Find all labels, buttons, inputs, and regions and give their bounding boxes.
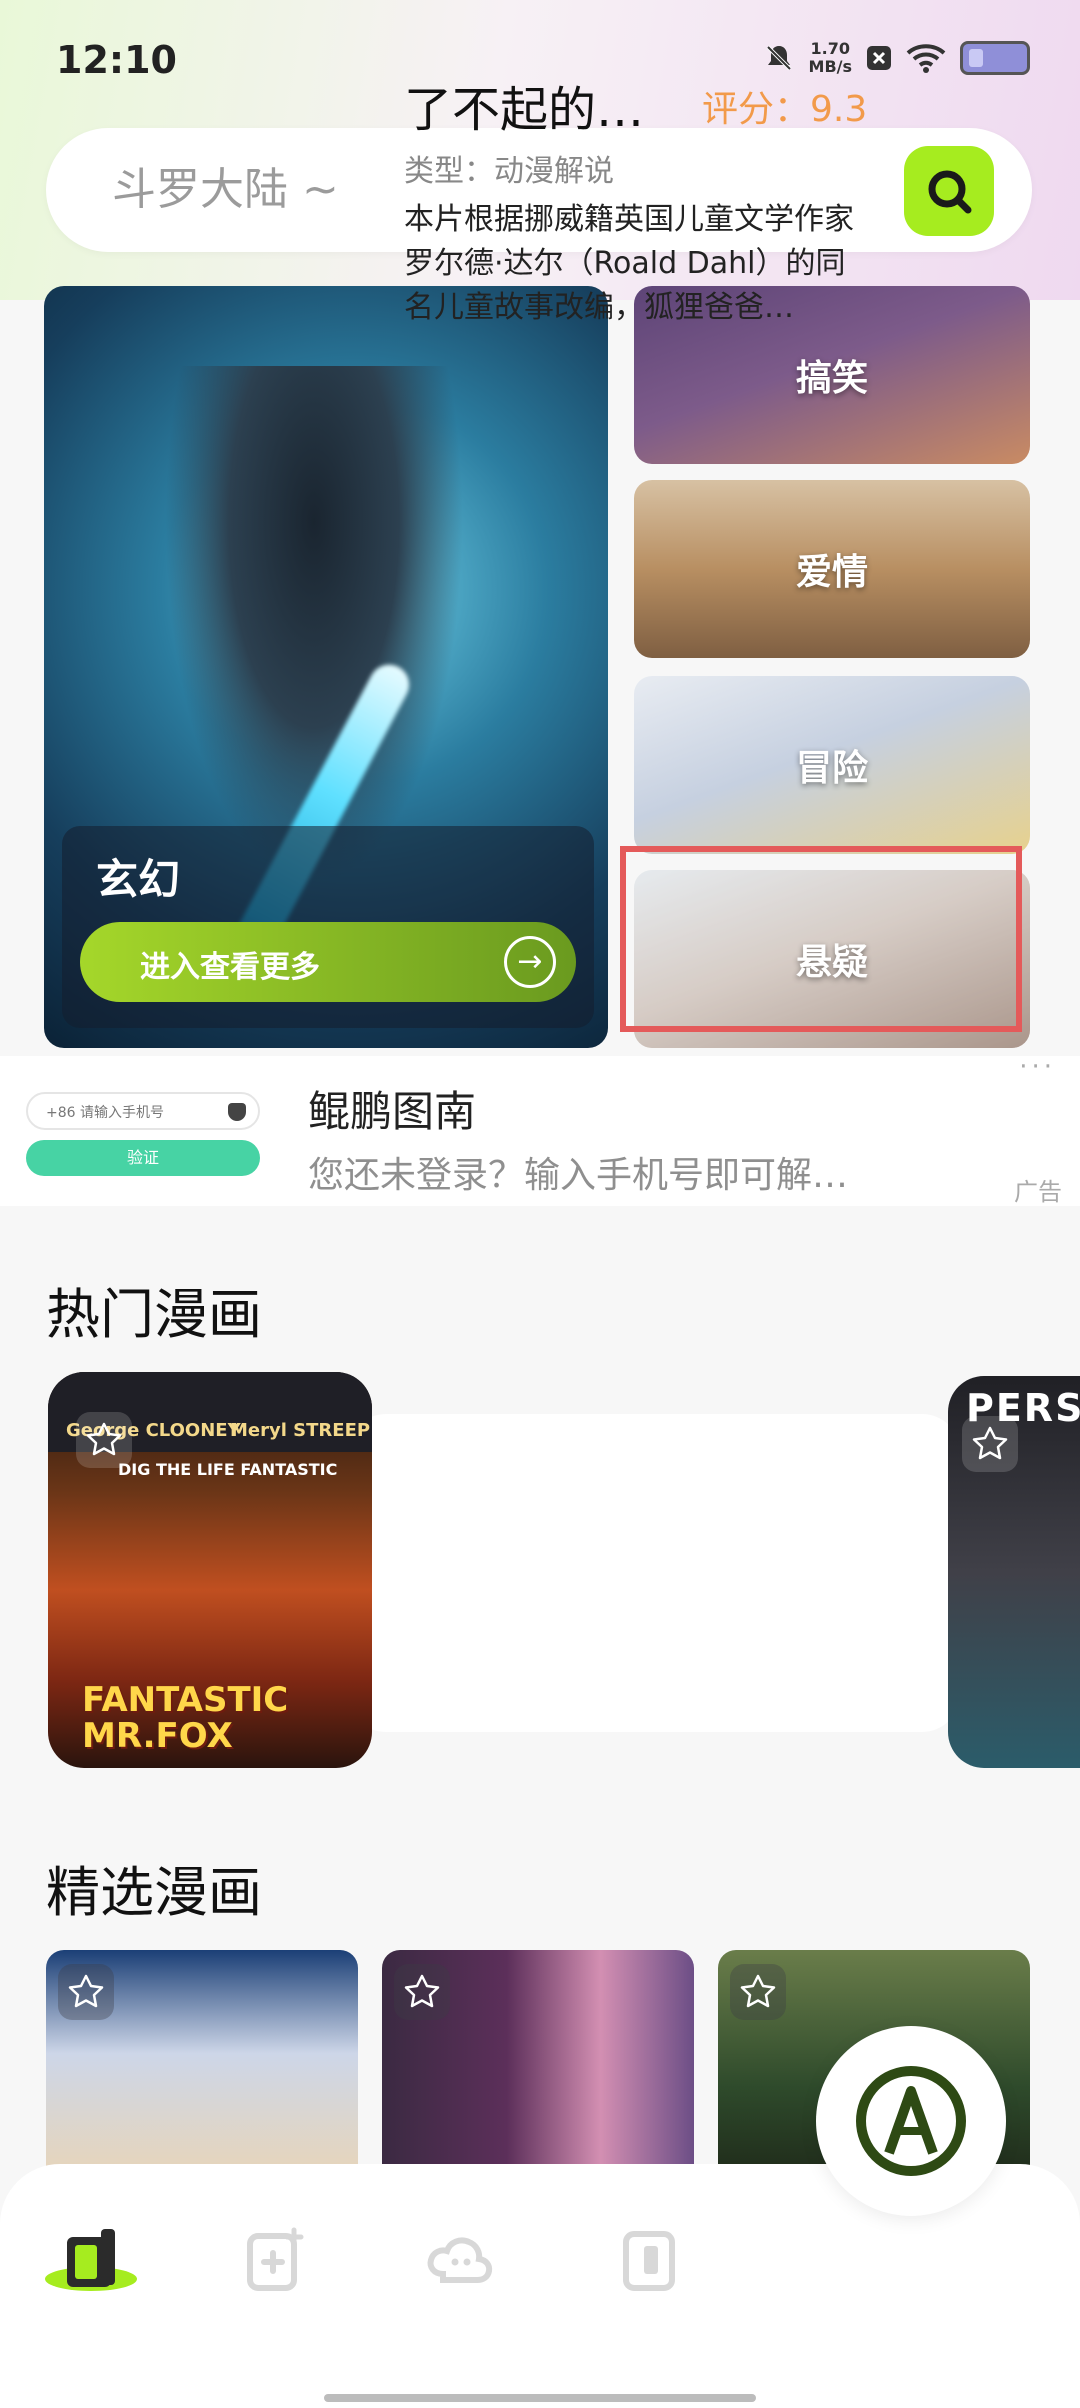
close-box-icon [867, 46, 891, 70]
net-speed-value: 1.70 [810, 39, 850, 58]
wifi-icon [906, 44, 946, 73]
search-button[interactable] [904, 146, 994, 236]
star-icon[interactable] [962, 1416, 1018, 1472]
search-icon [928, 170, 972, 214]
nav-home[interactable] [36, 2204, 146, 2314]
status-time: 12:10 [56, 38, 177, 82]
category-label: 爱情 [795, 552, 868, 593]
ad-phone-input[interactable]: +86 请输入手机号 [26, 1092, 260, 1130]
section-title-featured: 精选漫画 [46, 1861, 262, 1924]
ad-tag: 广告 [1014, 1178, 1062, 1206]
floating-action-button[interactable] [816, 2026, 1006, 2216]
feature-title: 玄幻 [96, 855, 181, 904]
net-speed: 1.70 MB/s [809, 40, 852, 76]
star-icon[interactable] [58, 1964, 114, 2020]
cover-text: DIG THE LIFE FANTASTIC [118, 1460, 338, 1479]
ad-title: 鲲鹏图南 [308, 1087, 477, 1136]
hot-comic-card[interactable]: George CLOONEY Meryl STREEP DIG THE LIFE… [48, 1372, 960, 1768]
comic-description: 本片根据挪威籍英国儿童文学作家罗尔德·达尔（Roald Dahl）的同名儿童故事… [404, 202, 854, 325]
bell-mute-icon [766, 45, 791, 71]
home-icon [45, 2229, 137, 2291]
section-title-hot: 热门漫画 [46, 1283, 262, 1346]
library-icon [623, 2231, 675, 2291]
nav-library[interactable] [594, 2204, 704, 2314]
shield-icon [228, 1103, 246, 1121]
star-icon[interactable] [730, 1964, 786, 2020]
ad-banner[interactable]: +86 请输入手机号 验证 鲲鹏图南 您还未登录？输入手机号即可解… ··· 广… [0, 1052, 1080, 1206]
battery-icon [960, 41, 1030, 75]
category-label: 冒险 [795, 748, 868, 789]
a-logo-icon [856, 2066, 966, 2176]
cloud-chat-icon [427, 2237, 493, 2283]
comic-name: 了不起的… [404, 82, 645, 138]
add-page-icon [247, 2227, 304, 2291]
home-indicator[interactable] [324, 2394, 756, 2402]
nav-create[interactable] [220, 2204, 330, 2314]
featured-comic-card[interactable] [382, 1950, 694, 2180]
arrow-right-icon: → [504, 936, 556, 988]
view-more-button[interactable]: 进入查看更多 → [80, 922, 576, 1002]
ad-verify-button[interactable]: 验证 [26, 1140, 260, 1176]
category-label: 悬疑 [795, 942, 868, 983]
star-icon[interactable] [76, 1412, 132, 1468]
cover-title: FANTASTIC MR.FOX [82, 1680, 289, 1756]
nav-community[interactable] [408, 2204, 518, 2314]
category-tile-romance[interactable]: 爱情 [634, 480, 1030, 658]
view-more-label: 进入查看更多 [140, 950, 320, 985]
comic-cover[interactable]: George CLOONEY Meryl STREEP DIG THE LIFE… [48, 1372, 372, 1768]
comic-score: 评分：9.3 [702, 89, 868, 130]
comic-type: 类型：动漫解说 [404, 154, 614, 189]
category-label: 搞笑 [795, 358, 868, 399]
net-speed-unit: MB/s [808, 57, 852, 76]
category-feature-card[interactable]: 玄幻 进入查看更多 → [44, 286, 608, 1048]
ad-phone-placeholder: +86 请输入手机号 [46, 1105, 164, 1121]
more-options-icon[interactable]: ··· [1019, 1052, 1056, 1082]
ad-description: 您还未登录？输入手机号即可解… [308, 1155, 849, 1196]
hot-comic-info [348, 1414, 960, 1732]
featured-comic-card[interactable] [46, 1950, 358, 2180]
status-icons: 1.70 MB/s [763, 40, 1030, 76]
cover-text: Meryl STREEP [230, 1420, 371, 1441]
star-icon[interactable] [394, 1964, 450, 2020]
category-tile-adventure[interactable]: 冒险 [634, 676, 1030, 854]
comic-cover-next[interactable]: PERS [948, 1376, 1080, 1768]
